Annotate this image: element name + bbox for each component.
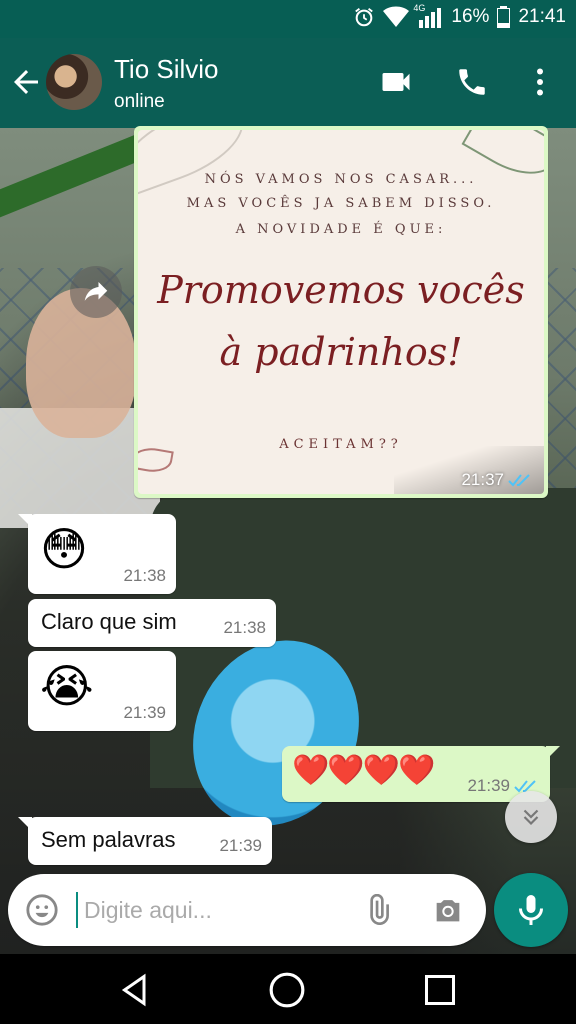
chat-header: Tio Silvio online [0,38,576,128]
emoji-button[interactable] [22,890,62,930]
signal-icon: 4G [413,3,443,28]
wifi-icon [383,6,410,28]
message-bubble-incoming[interactable]: Sem palavras 21:39 [18,817,272,865]
message-emoji: 😭 [40,660,94,712]
message-time: 21:39 [123,703,166,722]
message-bubble-incoming[interactable]: Claro que sim 21:38 [28,599,276,647]
video-call-button[interactable] [376,62,416,102]
forward-icon [84,282,108,301]
clock: 21:41 [518,6,566,27]
message-time: 21:39 [219,836,262,855]
double-chevron-down-icon [523,809,539,826]
message-bubble-incoming[interactable]: 😭 21:39 [28,651,176,731]
microphone-icon [519,895,543,925]
message-bubble-outgoing[interactable]: ❤️❤️❤️❤️ 21:39 [282,746,560,802]
invitation-line-1: NÓS VAMOS NOS CASAR... [204,172,478,187]
network-type: 4G [413,3,426,13]
scroll-to-bottom-button[interactable] [505,791,557,843]
forward-button[interactable] [70,266,122,318]
contact-name[interactable]: Tio Silvio [114,54,219,85]
camera-icon [436,900,460,922]
circle-home-icon [269,972,305,1008]
more-options-button[interactable] [520,62,560,102]
read-ticks-icon [508,474,530,487]
bubble-tail [546,746,560,760]
back-button[interactable] [8,64,44,100]
bubble-tail [18,514,32,528]
message-meta: 21:37 [461,470,532,490]
camera-button[interactable] [428,890,468,930]
message-text: Claro que sim [41,609,177,634]
bubble-tail [18,817,32,831]
message-bubble-incoming[interactable]: 😳 21:38 [18,514,176,594]
emoji-smile-icon [26,894,58,926]
voice-message-button[interactable] [494,873,568,947]
message-time: 21:37 [461,470,504,489]
message-time: 21:38 [223,618,266,637]
invitation-line-3: A NOVIDADE É QUE: [235,222,447,237]
alarm-icon [353,6,375,28]
paperclip-icon [370,894,389,925]
message-text: Sem palavras [41,827,176,852]
invitation-image: NÓS VAMOS NOS CASAR... MAS VOCÊS JA SABE… [138,130,544,494]
attach-button[interactable] [358,890,398,930]
nav-home-button[interactable] [265,968,309,1012]
video-camera-icon [382,73,410,91]
message-time: 21:39 [467,776,510,795]
square-recents-icon [425,975,455,1005]
nav-back-button[interactable] [113,968,157,1012]
phone-icon [459,69,485,95]
image-message[interactable]: NÓS VAMOS NOS CASAR... MAS VOCÊS JA SABE… [134,126,548,498]
nav-recents-button[interactable] [418,968,462,1012]
message-composer [8,874,486,946]
message-emoji: ❤️❤️❤️❤️ [292,754,435,787]
battery-icon [497,6,511,28]
status-bar: 4G 16% 21:41 [0,0,576,38]
message-time: 21:38 [123,566,166,585]
avatar[interactable] [46,54,102,110]
invitation-line-2: MAS VOCÊS JA SABEM DISSO. [186,196,496,211]
contact-status: online [114,91,165,112]
battery-percent: 16% [451,6,490,27]
more-vert-icon [537,68,543,96]
voice-call-button[interactable] [452,62,492,102]
invitation-headline-2: à padrinhos! [219,330,463,374]
message-input[interactable] [76,892,346,928]
invitation-headline-1: Promovemos vocês [157,268,525,312]
system-navigation-bar [0,954,576,1024]
triangle-back-icon [121,973,146,1007]
arrow-left-icon [14,70,38,94]
message-emoji: 😳 [40,523,88,575]
